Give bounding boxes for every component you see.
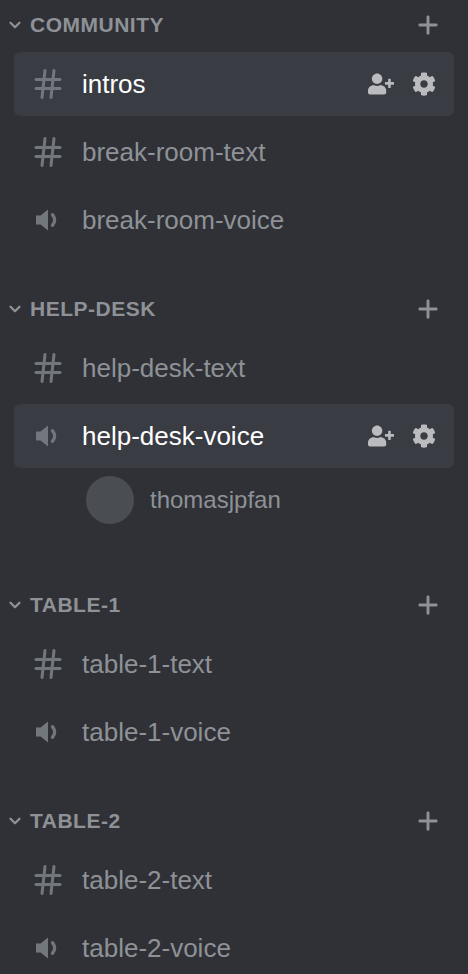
chevron-icon[interactable] xyxy=(6,16,24,34)
hash-icon xyxy=(30,350,66,386)
gear-icon[interactable] xyxy=(412,424,436,448)
hash-icon xyxy=(30,134,66,170)
channel-name[interactable]: table-1-voice xyxy=(82,716,436,748)
speaker-icon xyxy=(30,714,66,750)
channel-group: table-2-voice xyxy=(0,916,468,974)
channel-group: intros xyxy=(0,52,468,116)
avatar xyxy=(86,476,134,524)
channel-type xyxy=(30,66,82,102)
category-header[interactable]: TABLE-2 xyxy=(0,798,468,844)
channel-sidebar: COMMUNITY intros break-room-text break-room… xyxy=(0,0,468,974)
channel-group: table-2-text xyxy=(0,848,468,912)
channel-item[interactable]: break-room-text xyxy=(14,120,454,184)
channel-name[interactable]: help-desk-text xyxy=(82,352,436,384)
category-name[interactable]: TABLE-2 xyxy=(30,805,414,837)
category: COMMUNITY intros break-room-text break-room… xyxy=(0,2,468,252)
chevron-icon[interactable] xyxy=(6,300,24,318)
category-name[interactable]: TABLE-1 xyxy=(30,589,414,621)
channel-type xyxy=(30,350,82,386)
chevron-icon[interactable] xyxy=(6,812,24,830)
plus-icon[interactable] xyxy=(414,11,442,39)
channel-item[interactable]: table-2-voice xyxy=(14,916,454,974)
category-header[interactable]: HELP-DESK xyxy=(0,286,468,332)
hash-icon xyxy=(30,646,66,682)
voice-user[interactable]: thomasjpfan xyxy=(0,472,468,528)
channel-name[interactable]: help-desk-voice xyxy=(82,420,368,452)
channel-actions xyxy=(368,71,436,97)
plus-icon[interactable] xyxy=(414,591,442,619)
channel-name[interactable]: break-room-text xyxy=(82,136,436,168)
channel-item[interactable]: help-desk-text xyxy=(14,336,454,400)
channel-type xyxy=(30,714,82,750)
category-header[interactable]: COMMUNITY xyxy=(0,2,468,48)
plus-icon[interactable] xyxy=(414,295,442,323)
invite-icon[interactable] xyxy=(368,71,394,97)
category: HELP-DESK help-desk-text help-desk-voice th… xyxy=(0,286,468,548)
hash-icon xyxy=(30,862,66,898)
channel-type xyxy=(30,134,82,170)
plus-icon[interactable] xyxy=(414,807,442,835)
channel-name[interactable]: intros xyxy=(82,68,368,100)
channel-group: help-desk-text xyxy=(0,336,468,400)
hash-icon xyxy=(30,66,66,102)
channel-type xyxy=(30,418,82,454)
channel-name[interactable]: table-1-text xyxy=(82,648,436,680)
channel-name[interactable]: table-2-voice xyxy=(82,932,436,964)
channel-actions xyxy=(368,423,436,449)
channel-type xyxy=(30,862,82,898)
channel-group: table-1-text xyxy=(0,632,468,696)
speaker-icon xyxy=(30,930,66,966)
channel-type xyxy=(30,930,82,966)
channel-type xyxy=(30,646,82,682)
channel-group: table-1-voice xyxy=(0,700,468,764)
channel-item[interactable]: table-1-voice xyxy=(14,700,454,764)
chevron-icon[interactable] xyxy=(6,596,24,614)
gear-icon[interactable] xyxy=(412,72,436,96)
channel-group: break-room-text xyxy=(0,120,468,184)
channel-name[interactable]: break-room-voice xyxy=(82,204,436,236)
channel-item[interactable]: help-desk-voice xyxy=(14,404,454,468)
channel-type xyxy=(30,202,82,238)
user-name[interactable]: thomasjpfan xyxy=(150,485,281,515)
category-name[interactable]: HELP-DESK xyxy=(30,293,414,325)
category-header[interactable]: TABLE-1 xyxy=(0,582,468,628)
channel-group: break-room-voice xyxy=(0,188,468,252)
channel-name[interactable]: table-2-text xyxy=(82,864,436,896)
channel-item[interactable]: table-2-text xyxy=(14,848,454,912)
category: TABLE-2 table-2-text table-2-voice xyxy=(0,798,468,974)
channel-item[interactable]: intros xyxy=(14,52,454,116)
category: TABLE-1 table-1-text table-1-voice xyxy=(0,582,468,764)
speaker-icon xyxy=(30,202,66,238)
channel-group: help-desk-voice thomasjpfan xyxy=(0,404,468,528)
channel-item[interactable]: table-1-text xyxy=(14,632,454,696)
speaker-icon xyxy=(30,418,66,454)
invite-icon[interactable] xyxy=(368,423,394,449)
channel-item[interactable]: break-room-voice xyxy=(14,188,454,252)
category-name[interactable]: COMMUNITY xyxy=(30,9,414,41)
